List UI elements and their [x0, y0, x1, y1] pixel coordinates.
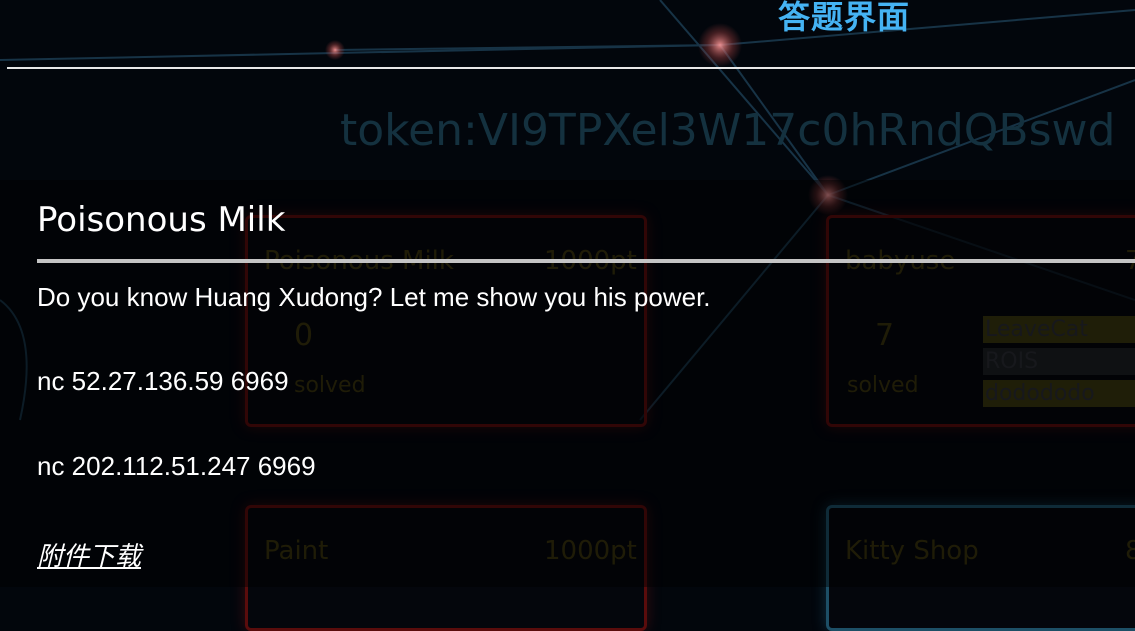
token-text: token:VI9TPXel3W17c0hRndQBswd	[340, 105, 1116, 156]
header-divider	[7, 67, 1135, 69]
connection-command: nc 202.112.51.247 6969	[37, 451, 316, 481]
page-header: 答题界面	[0, 0, 1135, 68]
modal-title: Poisonous Milk	[37, 200, 286, 240]
challenge-description: Do you know Huang Xudong? Let me show yo…	[37, 282, 711, 312]
page-title: 答题界面	[778, 0, 911, 36]
connection-command: nc 52.27.136.59 6969	[37, 366, 289, 396]
modal-divider	[37, 259, 1135, 263]
attachment-download-link[interactable]: 附件下载	[37, 536, 141, 573]
